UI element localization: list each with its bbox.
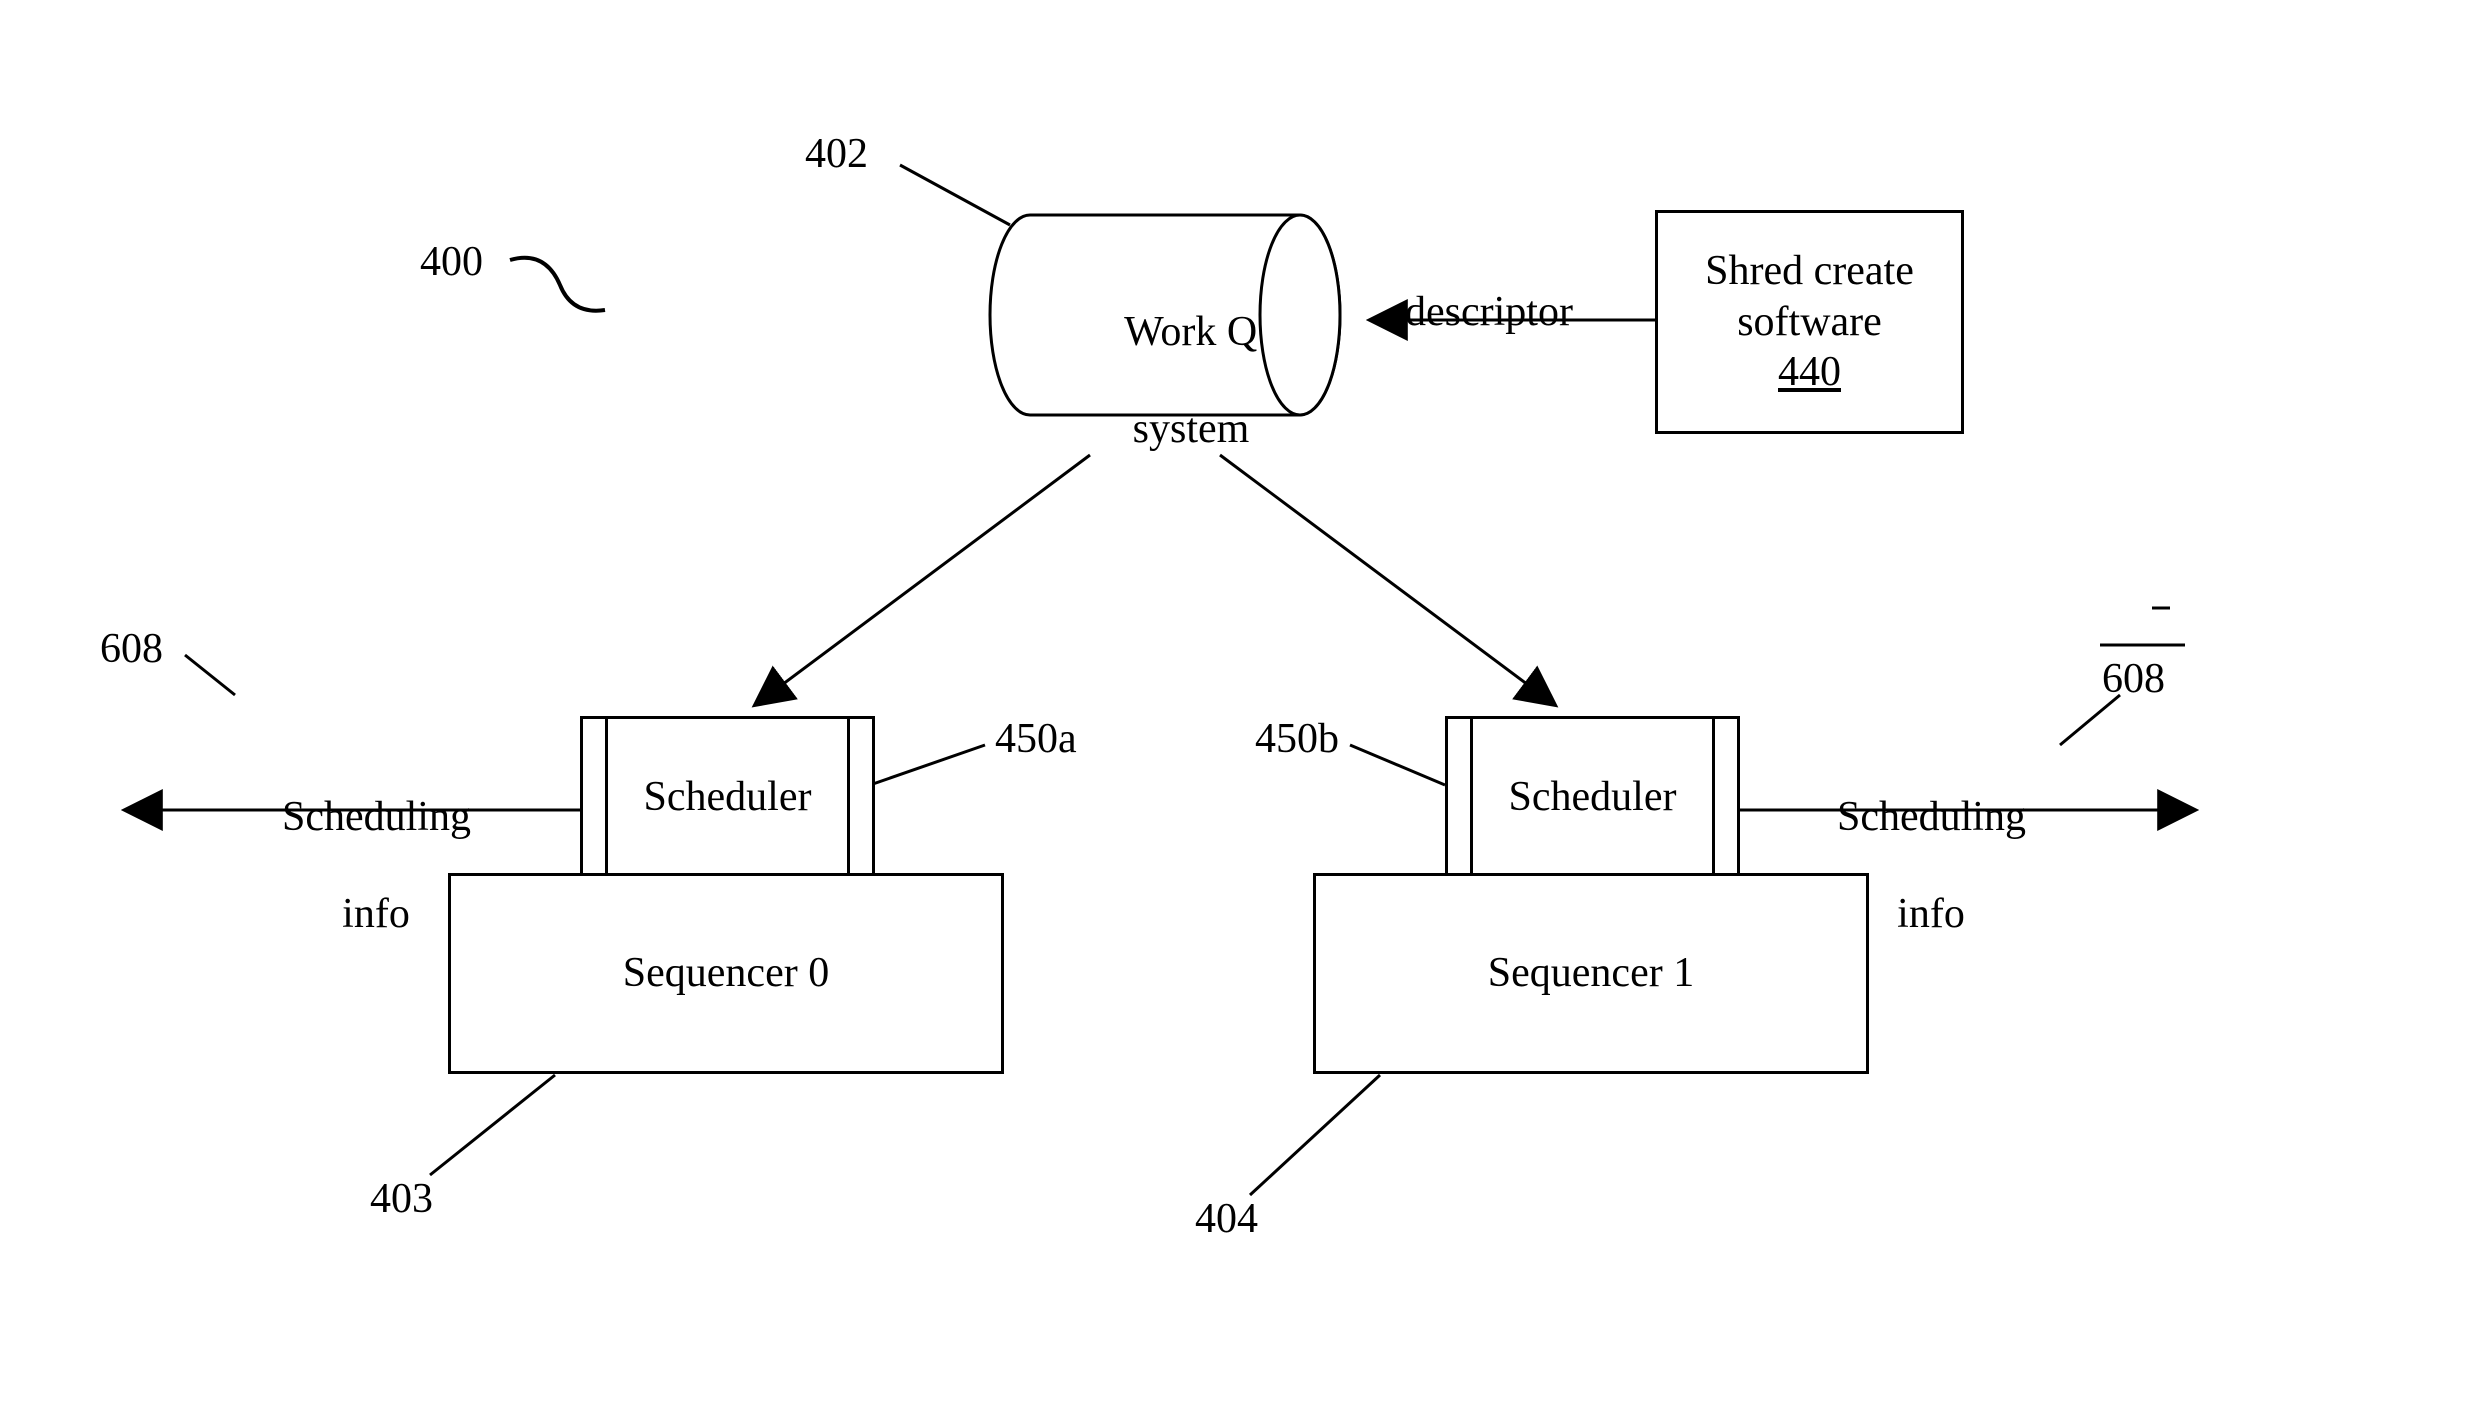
lead-404	[1250, 1075, 1380, 1195]
sequencer1-box: Sequencer 1	[1313, 873, 1869, 1074]
arrow-to-sched-a	[755, 455, 1090, 705]
ref-403: 403	[370, 1175, 433, 1223]
scheduler-b-box: Scheduler	[1445, 716, 1740, 879]
workq-label: Work Q system	[1060, 260, 1280, 501]
lead-608-left	[185, 655, 235, 695]
lead-400	[510, 258, 605, 311]
ref-404: 404	[1195, 1195, 1258, 1243]
lead-402	[900, 165, 1010, 225]
sequencer0-box: Sequencer 0	[448, 873, 1004, 1074]
ref-608-right: 608	[2102, 655, 2165, 703]
sched-info-right: Scheduling info	[1795, 745, 2025, 986]
sequencer1-label: Sequencer 1	[1488, 948, 1694, 998]
shred-line2: software	[1737, 297, 1882, 347]
sched-info-left-l2: info	[342, 891, 410, 937]
sched-info-right-l1: Scheduling	[1837, 794, 2026, 840]
ref-402: 402	[805, 130, 868, 178]
shred-box: Shred create software 440	[1655, 210, 1964, 434]
diagram-stage: Work Q system Shred create software 440 …	[0, 0, 2489, 1407]
sched-info-right-l2: info	[1897, 891, 1965, 937]
lead-403	[430, 1075, 555, 1175]
ref-400: 400	[420, 238, 483, 286]
lead-450b	[1350, 745, 1445, 785]
sched-info-left-l1: Scheduling	[282, 794, 471, 840]
scheduler-a-box: Scheduler	[580, 716, 875, 879]
sequencer0-label: Sequencer 0	[623, 948, 829, 998]
descriptor-label: descriptor	[1405, 288, 1573, 336]
shred-ref-underline: 440	[1778, 347, 1841, 397]
workq-line1: Work Q	[1124, 309, 1257, 355]
workq-line2: system	[1133, 406, 1250, 452]
ref-450b: 450b	[1255, 715, 1339, 763]
lead-450a	[870, 745, 985, 785]
ref-608-left: 608	[100, 625, 163, 673]
scheduler-a-label: Scheduler	[644, 772, 812, 822]
scheduler-b-label: Scheduler	[1509, 772, 1677, 822]
ref-450a: 450a	[995, 715, 1077, 763]
shred-line1: Shred create	[1705, 246, 1914, 296]
sched-info-left: Scheduling info	[240, 745, 470, 986]
